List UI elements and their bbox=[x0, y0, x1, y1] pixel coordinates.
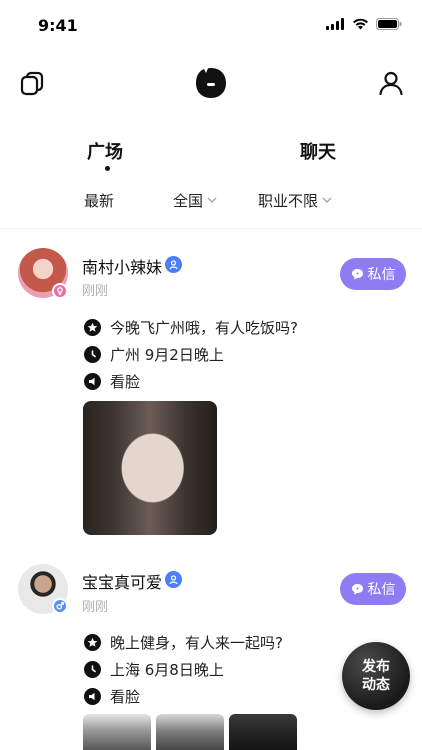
verified-icon bbox=[165, 571, 182, 588]
star-icon bbox=[84, 634, 101, 651]
filter-region[interactable]: 全国 bbox=[173, 190, 217, 211]
post-requirement-row: 看脸 bbox=[84, 371, 140, 392]
publish-post-label-line2: 动态 bbox=[362, 677, 390, 693]
clock-icon bbox=[84, 661, 101, 678]
app-logo-icon bbox=[195, 67, 227, 99]
post-photo[interactable] bbox=[83, 401, 217, 535]
main-tabs: 广场 聊天 bbox=[0, 138, 422, 178]
message-button[interactable]: 私信 bbox=[340, 258, 406, 290]
post-photo[interactable] bbox=[156, 714, 224, 750]
chat-bubble-icon bbox=[351, 584, 363, 595]
signal-icon bbox=[326, 18, 344, 30]
profile-icon[interactable] bbox=[376, 68, 406, 98]
female-icon bbox=[52, 283, 68, 299]
post-content: 晚上健身，有人来一起吗? bbox=[110, 634, 283, 652]
speaker-icon bbox=[84, 688, 101, 705]
post-photo[interactable] bbox=[83, 714, 151, 750]
post-location-time: 广州 9月2日晚上 bbox=[110, 346, 224, 364]
verified-icon bbox=[165, 256, 182, 273]
filter-region-label: 全国 bbox=[173, 192, 204, 210]
post-location-row: 上海 6月8日晚上 bbox=[84, 659, 224, 680]
battery-icon bbox=[376, 18, 402, 30]
cards-icon[interactable] bbox=[17, 68, 47, 98]
speaker-icon bbox=[84, 373, 101, 390]
username[interactable]: 南村小辣妹 bbox=[82, 254, 162, 278]
post-requirement: 看脸 bbox=[110, 373, 141, 391]
star-icon bbox=[84, 319, 101, 336]
filter-latest[interactable]: 最新 bbox=[84, 190, 114, 211]
message-button-label: 私信 bbox=[367, 267, 396, 283]
active-tab-indicator bbox=[105, 166, 110, 171]
chevron-down-icon bbox=[207, 194, 217, 207]
divider bbox=[0, 228, 422, 229]
post-location-row: 广州 9月2日晚上 bbox=[84, 344, 224, 365]
message-button[interactable]: 私信 bbox=[340, 573, 406, 605]
wifi-icon bbox=[353, 18, 368, 30]
top-nav bbox=[0, 62, 422, 106]
post-requirement-row: 看脸 bbox=[84, 686, 140, 707]
post-location-time: 上海 6月8日晚上 bbox=[110, 661, 224, 679]
post-time: 刚刚 bbox=[82, 600, 109, 615]
filter-latest-label: 最新 bbox=[84, 192, 115, 210]
message-button-label: 私信 bbox=[367, 582, 396, 598]
tab-plaza-label: 广场 bbox=[87, 142, 123, 163]
status-time: 9:41 bbox=[38, 16, 78, 35]
clock-icon bbox=[84, 346, 101, 363]
post-time: 刚刚 bbox=[82, 284, 109, 299]
post-content: 今晚飞广州哦，有人吃饭吗? bbox=[110, 319, 298, 337]
status-bar: 9:41 bbox=[0, 0, 422, 52]
chat-bubble-icon bbox=[351, 269, 363, 280]
username[interactable]: 宝宝真可爱 bbox=[82, 569, 162, 593]
tab-chat-label: 聊天 bbox=[300, 142, 336, 163]
chevron-down-icon bbox=[322, 194, 332, 207]
publish-post-button[interactable]: 发布 动态 bbox=[342, 642, 410, 710]
tab-chat[interactable]: 聊天 bbox=[300, 138, 336, 164]
male-icon bbox=[52, 598, 68, 614]
publish-post-label-line1: 发布 bbox=[362, 659, 390, 675]
status-icons bbox=[326, 18, 402, 30]
post-content-row: 今晚飞广州哦，有人吃饭吗? bbox=[84, 317, 298, 338]
filter-bar: 最新 全国 职业不限 bbox=[0, 190, 422, 214]
tab-plaza[interactable]: 广场 bbox=[87, 138, 123, 171]
post-requirement: 看脸 bbox=[110, 688, 141, 706]
filter-occupation-label: 职业不限 bbox=[258, 192, 319, 210]
filter-occupation[interactable]: 职业不限 bbox=[258, 190, 332, 211]
post-content-row: 晚上健身，有人来一起吗? bbox=[84, 632, 283, 653]
post-photo[interactable] bbox=[229, 714, 297, 750]
